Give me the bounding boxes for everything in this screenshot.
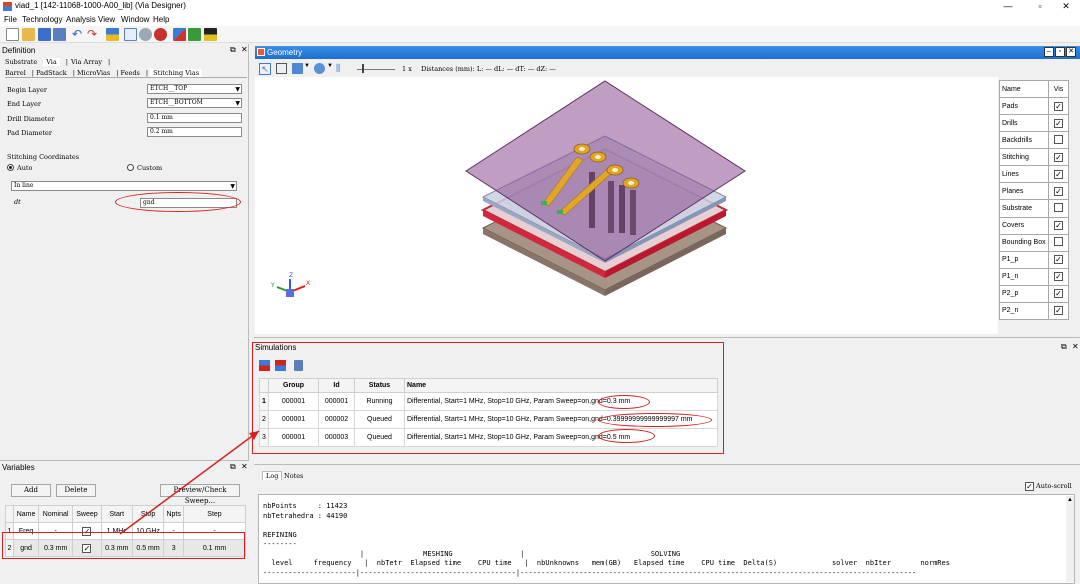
auto-scroll-checkbox[interactable] bbox=[1025, 482, 1034, 491]
log-scrollbar[interactable] bbox=[1066, 496, 1074, 582]
tab-log[interactable]: Log bbox=[262, 471, 283, 480]
scroll-up-icon[interactable]: ▲ bbox=[1067, 497, 1073, 503]
panel-splitter[interactable] bbox=[254, 464, 1080, 465]
tab-notes[interactable]: Notes bbox=[284, 472, 303, 480]
log-text: nbPoints : 11423 nbTetrahedra : 44190 RE… bbox=[263, 502, 950, 577]
auto-scroll-label: Auto-scroll bbox=[1036, 482, 1072, 490]
